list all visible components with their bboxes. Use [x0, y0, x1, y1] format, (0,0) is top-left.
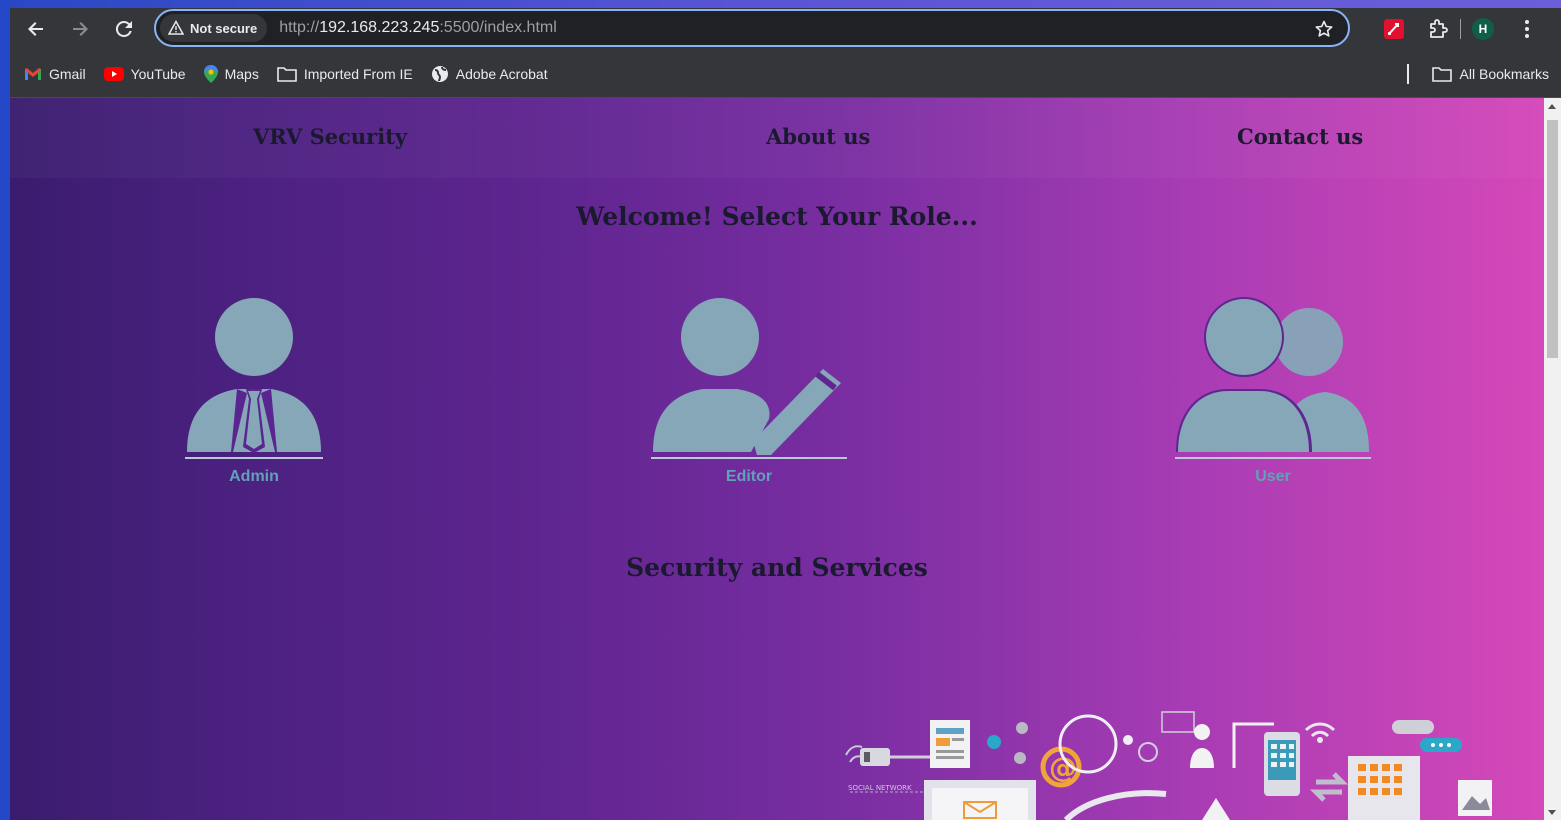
nav-about-link[interactable]: About us: [766, 124, 870, 149]
users-icon: [1176, 297, 1369, 452]
page-scrollbar[interactable]: [1544, 98, 1561, 820]
all-bookmarks-label: All Bookmarks: [1459, 66, 1549, 82]
url-prefix: http://: [279, 19, 320, 36]
url-suffix: :5500/index.html: [439, 19, 557, 36]
folder-icon: [277, 66, 297, 82]
profile-button[interactable]: H: [1461, 8, 1505, 50]
scrollbar-thumb[interactable]: [1547, 120, 1558, 358]
role-underline: [1175, 457, 1371, 459]
bookmark-label: Gmail: [49, 65, 86, 82]
forward-button[interactable]: [60, 9, 100, 49]
maps-icon: [203, 64, 218, 83]
role-underline: [651, 457, 847, 459]
puzzle-icon: [1430, 19, 1448, 38]
extensions-menu-button[interactable]: [1416, 8, 1460, 50]
back-button[interactable]: [16, 9, 56, 49]
security-chip[interactable]: Not secure: [160, 14, 268, 42]
bookmark-star-button[interactable]: [1314, 19, 1334, 44]
bookmarks-bar: Gmail YouTube Maps Imported From IE Adob…: [10, 50, 1561, 98]
more-icon: [1525, 20, 1529, 38]
role-underline: [185, 457, 323, 459]
site-navbar: VRV Security About us Contact us: [10, 98, 1544, 178]
page-viewport: VRV Security About us Contact us Welcome…: [10, 98, 1544, 820]
bookmark-label: Maps: [224, 65, 259, 82]
bookmark-maps[interactable]: Maps: [203, 64, 259, 83]
role-admin-label: Admin: [229, 468, 279, 485]
bookmark-label: YouTube: [130, 65, 186, 82]
extension-icon: [1384, 19, 1404, 39]
bookmark-youtube[interactable]: YouTube: [103, 65, 186, 82]
all-bookmarks-button[interactable]: All Bookmarks: [1431, 50, 1549, 98]
toolbar-right: H: [1372, 8, 1549, 50]
role-admin-card[interactable]: Admin: [185, 292, 323, 486]
role-editor-label: Editor: [725, 468, 773, 485]
browser-menu-button[interactable]: [1505, 8, 1549, 50]
security-chip-label: Not secure: [190, 20, 258, 36]
avatar: H: [1472, 18, 1494, 40]
gmail-icon: [25, 67, 41, 80]
back-icon: [28, 22, 43, 36]
services-illustration: @ SOCIAL NETWORK: [845, 711, 1492, 820]
reload-icon: [115, 20, 132, 37]
bookmark-label: Imported From IE: [303, 65, 413, 82]
browser-toolbar: Not secure http://192.168.223.245:5500/i…: [10, 8, 1561, 50]
services-heading: Security and Services: [626, 553, 928, 582]
window-frame-top: [0, 0, 1561, 8]
url-host: 192.168.223.245: [319, 19, 440, 36]
extension-button[interactable]: [1372, 8, 1416, 50]
scroll-up-arrow-icon[interactable]: [1548, 104, 1556, 109]
editor-icon: [653, 298, 841, 455]
scroll-down-arrow-icon[interactable]: [1548, 810, 1556, 815]
bookmark-gmail[interactable]: Gmail: [24, 66, 86, 82]
reload-button[interactable]: [104, 9, 144, 49]
forward-icon: [73, 22, 88, 36]
social-network-caption: SOCIAL NETWORK: [848, 784, 912, 792]
role-user-label: User: [1255, 468, 1291, 485]
warning-icon: [168, 20, 184, 35]
globe-icon: [431, 65, 448, 82]
nav-brand-link[interactable]: VRV Security: [253, 124, 407, 149]
role-user-card[interactable]: User: [1175, 292, 1371, 486]
nav-contact-link[interactable]: Contact us: [1237, 124, 1363, 149]
role-editor-card[interactable]: Editor: [651, 292, 847, 486]
admin-icon: [187, 298, 321, 453]
address-bar[interactable]: Not secure http://192.168.223.245:5500/i…: [154, 9, 1350, 47]
window-frame-left: [0, 0, 10, 820]
bookmark-label: Adobe Acrobat: [455, 65, 548, 82]
folder-icon: [1431, 67, 1452, 82]
star-icon: [1315, 20, 1333, 37]
youtube-icon: [103, 66, 124, 81]
bookmark-adobe-acrobat[interactable]: Adobe Acrobat: [431, 65, 548, 83]
url-text[interactable]: http://192.168.223.245:5500/index.html: [279, 19, 557, 37]
bookmark-folder-imported[interactable]: Imported From IE: [277, 66, 413, 82]
bookmarks-separator: [1407, 64, 1409, 84]
welcome-heading: Welcome! Select Your Role...: [576, 202, 978, 231]
